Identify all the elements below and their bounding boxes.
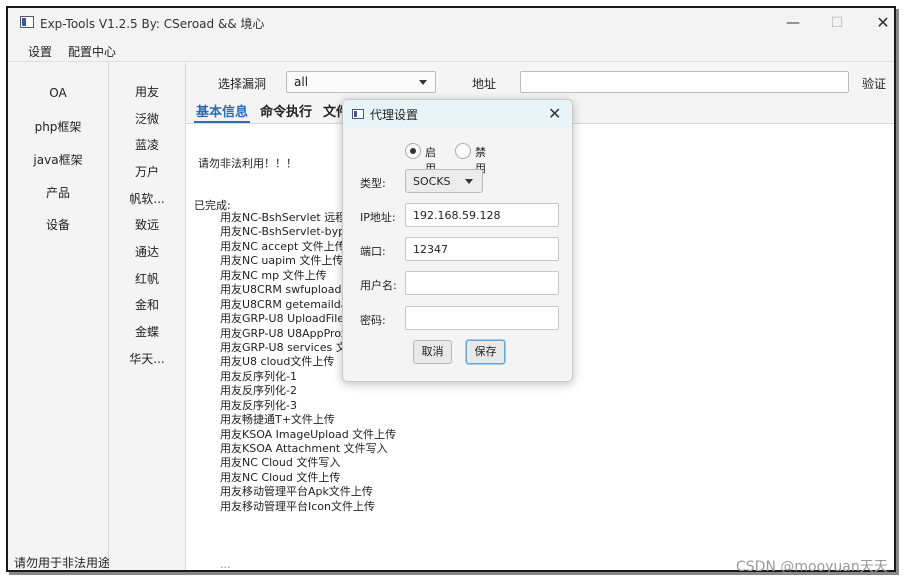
dialog-title: 代理设置 (370, 108, 419, 122)
vendor-item[interactable]: 红帆 (109, 270, 185, 287)
list-item: 用友KSOA Attachment 文件写入 (220, 442, 388, 455)
title-bar: Exp-Tools V1.2.5 By: CSeroad && 境心 — ☐ ✕ (8, 8, 894, 38)
dialog-title-bar: 代理设置 ✕ (343, 100, 572, 128)
vendor-item[interactable]: 通达 (109, 243, 185, 260)
password-input[interactable] (405, 306, 559, 330)
vendor-item[interactable]: 泛微 (109, 110, 185, 127)
category-php-framework[interactable]: php框架 (8, 118, 108, 135)
toolbar: 选择漏洞 all 地址 验证 (186, 63, 894, 96)
save-button[interactable]: 保存 (466, 340, 505, 364)
disable-radio[interactable] (455, 143, 471, 159)
menu-settings[interactable]: 设置 (28, 43, 52, 60)
close-icon[interactable]: ✕ (870, 12, 894, 34)
list-item: 用友畅捷通T+文件上传 (220, 413, 335, 427)
port-input[interactable]: 12347 (405, 237, 559, 261)
username-label: 用户名: (360, 279, 397, 292)
window-title: Exp-Tools V1.2.5 By: CSeroad && 境心 (40, 17, 265, 31)
vendor-item[interactable]: 致远 (109, 216, 185, 233)
proxy-settings-dialog: 代理设置 ✕ 启用 禁用 类型: SOCKS IP地址: 192.168.59.… (342, 99, 573, 382)
vendor-item[interactable]: 用友 (109, 83, 185, 100)
proxy-type-value: SOCKS (413, 175, 451, 188)
ip-value: 192.168.59.128 (413, 209, 501, 222)
vendor-list: 用友 泛微 蓝凌 万户 帆软... 致远 通达 红帆 金和 金蝶 华天... (109, 63, 186, 570)
chevron-down-icon (465, 179, 473, 184)
vuln-select-label: 选择漏洞 (218, 77, 267, 91)
close-icon[interactable]: ✕ (548, 104, 561, 123)
vendor-item[interactable]: 金蝶 (109, 323, 185, 340)
menu-config-center[interactable]: 配置中心 (68, 43, 116, 60)
category-oa[interactable]: OA (8, 86, 108, 100)
ip-label: IP地址: (360, 211, 396, 224)
vuln-select[interactable]: all (286, 71, 436, 93)
minimize-icon[interactable]: — (780, 12, 806, 34)
category-product[interactable]: 产品 (8, 184, 108, 201)
verify-button[interactable]: 验证 (862, 75, 886, 92)
app-icon (352, 109, 364, 119)
maximize-icon[interactable]: ☐ (824, 12, 850, 34)
warning-text: 请勿非法利用！！！ (198, 157, 297, 170)
category-device[interactable]: 设备 (8, 216, 108, 233)
list-item: 用友NC Cloud 文件写入 (220, 456, 341, 470)
tab-basic-info[interactable]: 基本信息 (196, 101, 248, 120)
list-item: 用友移动管理平台Icon文件上传 (220, 499, 375, 513)
type-label: 类型: (360, 177, 386, 190)
category-java-framework[interactable]: java框架 (8, 151, 108, 168)
list-item: 用友反序列化-2 (220, 384, 297, 398)
vendor-item[interactable]: 帆软... (109, 190, 185, 207)
app-icon (20, 16, 34, 28)
username-input[interactable] (405, 271, 559, 295)
footer-text: 请勿用于非法用途 (14, 556, 111, 570)
category-list: OA php框架 java框架 产品 设备 请勿用于非法用途 (8, 63, 111, 570)
vendor-item[interactable]: 华天... (109, 350, 185, 367)
vendor-item[interactable]: 蓝凌 (109, 136, 185, 153)
list-item: 用友KSOA ImageUpload 文件上传 (220, 427, 397, 441)
port-value: 12347 (413, 243, 448, 256)
list-item: 用友NC Cloud 文件上传 (220, 470, 341, 484)
menu-bar: 设置 配置中心 (8, 38, 894, 62)
vendor-item[interactable]: 万户 (109, 163, 185, 180)
vendor-item[interactable]: 金和 (109, 296, 185, 313)
port-label: 端口: (360, 245, 386, 258)
chevron-down-icon (419, 80, 427, 85)
vuln-select-value: all (294, 75, 309, 89)
truncated-text: ... (220, 558, 231, 571)
list-item: 用友反序列化-3 (220, 398, 297, 412)
watermark: CSDN @mooyuan天天 (736, 559, 888, 575)
list-item: 用友移动管理平台Apk文件上传 (220, 485, 373, 499)
tab-command-exec[interactable]: 命令执行 (260, 101, 312, 120)
address-label: 地址 (472, 77, 497, 91)
cancel-button[interactable]: 取消 (413, 340, 452, 364)
password-label: 密码: (360, 314, 386, 327)
enable-radio[interactable] (405, 143, 421, 159)
proxy-type-select[interactable]: SOCKS (405, 169, 483, 193)
address-input[interactable] (520, 71, 849, 93)
ip-input[interactable]: 192.168.59.128 (405, 203, 559, 227)
active-tab-indicator (194, 121, 250, 123)
